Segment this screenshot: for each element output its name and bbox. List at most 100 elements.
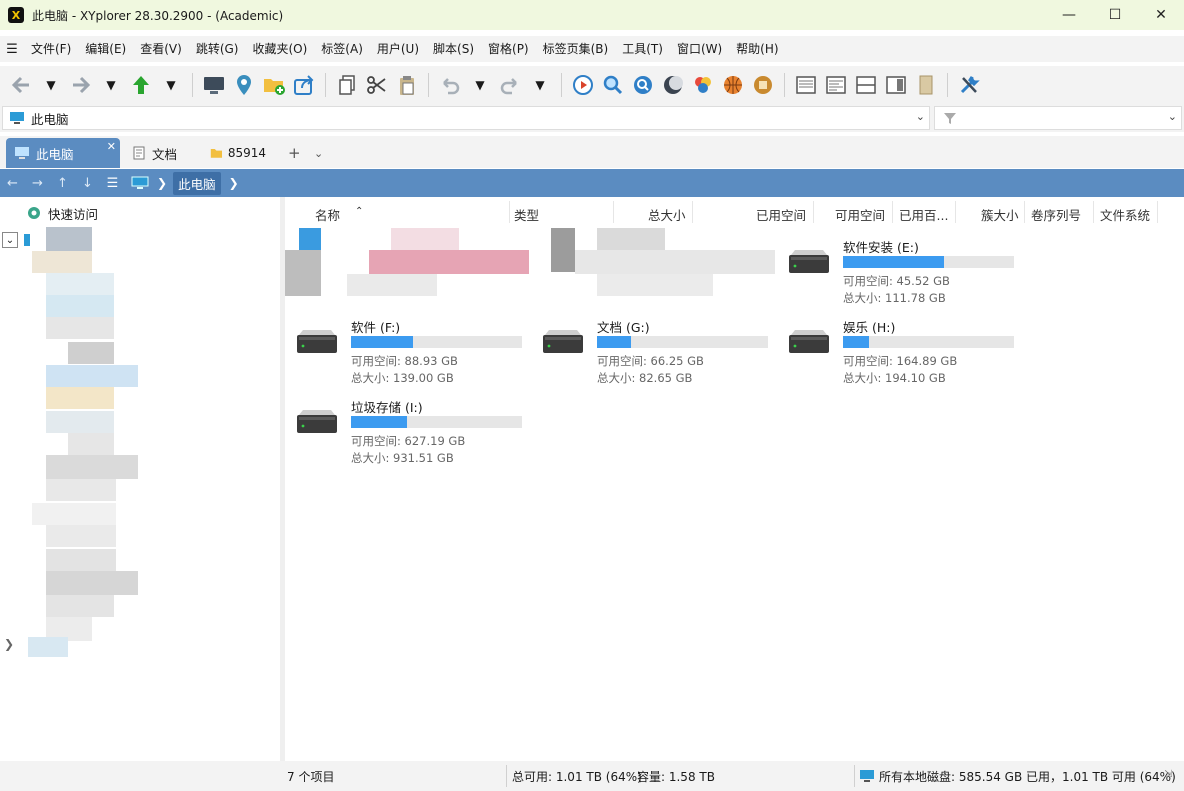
stop-icon[interactable] [748,70,778,100]
bread-menu-icon[interactable]: ☰ [100,176,125,191]
copy-icon[interactable] [332,70,362,100]
window-title: 此电脑 - XYplorer 28.30.2900 - (Academic) [32,8,284,23]
forward-dropdown-icon[interactable]: ▼ [96,70,126,100]
breadcrumb-current[interactable]: 此电脑 [173,171,221,195]
color-filter-icon[interactable] [688,70,718,100]
tab-this-pc[interactable]: 此电脑 ✕ [6,138,120,168]
tree-this-pc-toggle[interactable]: ⌄ [2,229,30,251]
tab-close-icon[interactable]: ✕ [107,140,116,153]
drive-item-e[interactable]: 软件安装 (E:) 可用空间: 45.52 GB 总大小: 111.78 GB [787,237,1027,307]
close-button[interactable]: ✕ [1138,0,1184,30]
menu-file[interactable]: 文件(F) [24,36,78,62]
address-input[interactable]: 此电脑 ⌄ [2,106,930,130]
undo-icon[interactable] [435,70,465,100]
blurred-drive-icon [551,228,575,272]
back-button[interactable] [6,70,36,100]
menu-go[interactable]: 跳转(G) [189,36,246,62]
undo-dropdown-icon[interactable]: ▼ [465,70,495,100]
menu-edit[interactable]: 编辑(E) [78,36,133,62]
drive-item-i[interactable]: 垃圾存储 (I:) 可用空间: 627.19 GB 总大小: 931.51 GB [295,397,535,467]
menu-panes[interactable]: 窗格(P) [481,36,536,62]
redo-dropdown-icon[interactable]: ▼ [525,70,555,100]
location-pin-icon[interactable] [229,70,259,100]
up-dropdown-icon[interactable]: ▼ [156,70,186,100]
column-divider[interactable] [955,201,956,223]
menu-user[interactable]: 用户(U) [370,36,426,62]
col-used-space[interactable]: 已用空间 [756,205,806,224]
paste-clipboard-icon[interactable] [392,70,422,100]
tree-quick-access[interactable]: 快速访问 [26,202,98,224]
details-view-icon[interactable] [821,70,851,100]
new-folder-icon[interactable] [259,70,289,100]
menu-view[interactable]: 查看(V) [133,36,189,62]
new-tab-button[interactable]: + [280,138,304,168]
resize-grip-icon[interactable]: ⇲ [1164,769,1172,780]
drive-item-g[interactable]: 文档 (G:) 可用空间: 66.25 GB 总大小: 82.65 GB [541,317,781,387]
column-divider[interactable] [613,201,614,223]
bread-separator-icon[interactable]: ❯ [229,176,239,190]
expand-chevron-icon[interactable]: ❯ [4,637,14,651]
bread-up-icon[interactable]: ↑ [50,176,75,191]
back-dropdown-icon[interactable]: ▼ [36,70,66,100]
redo-icon[interactable] [495,70,525,100]
tab-85914[interactable]: 85914 [202,138,274,168]
blurred-tree-item [46,387,114,409]
cut-scissors-icon[interactable] [362,70,392,100]
bread-down-icon[interactable]: ↓ [75,176,100,191]
find-files-icon[interactable] [628,70,658,100]
dark-mode-icon[interactable] [658,70,688,100]
col-used-percent[interactable]: 已用百... [899,205,948,224]
live-filter-box[interactable]: ⌄ [934,106,1182,130]
filter-dropdown-icon[interactable]: ⌄ [1168,110,1177,123]
menu-tags[interactable]: 标签(A) [314,36,370,62]
col-name[interactable]: 名称 [315,205,340,224]
column-divider[interactable] [1093,201,1094,223]
tab-label: 文档 [152,146,178,162]
forward-button[interactable] [66,70,96,100]
up-button[interactable] [126,70,156,100]
col-total-size[interactable]: 总大小 [648,205,686,224]
menu-help[interactable]: 帮助(H) [729,36,785,62]
preview-pane-icon[interactable] [881,70,911,100]
maximize-button[interactable]: ☐ [1092,0,1138,30]
play-media-icon[interactable] [568,70,598,100]
column-divider[interactable] [1024,201,1025,223]
column-divider[interactable] [692,201,693,223]
column-divider[interactable] [813,201,814,223]
column-divider[interactable] [892,201,893,223]
bread-forward-icon[interactable]: → [25,176,50,191]
col-volume-serial[interactable]: 卷序列号 [1031,205,1081,224]
hard-drive-icon [789,330,829,353]
tab-documents[interactable]: 文档 [124,138,196,168]
hamburger-menu-icon[interactable]: ☰ [0,42,24,57]
tab-list-dropdown-icon[interactable]: ⌄ [306,138,330,168]
search-icon[interactable] [598,70,628,100]
drive-item-f[interactable]: 软件 (F:) 可用空间: 88.93 GB 总大小: 139.00 GB [295,317,535,387]
basketball-icon[interactable] [718,70,748,100]
menu-window[interactable]: 窗口(W) [670,36,729,62]
menu-tabsets[interactable]: 标签页集(B) [536,36,616,62]
menu-scripting[interactable]: 脚本(S) [426,36,481,62]
col-filesystem[interactable]: 文件系统 [1100,205,1150,224]
address-dropdown-icon[interactable]: ⌄ [916,110,925,123]
share-icon[interactable] [289,70,319,100]
desktop-monitor-icon[interactable] [199,70,229,100]
column-divider[interactable] [1157,201,1158,223]
single-pane-icon[interactable] [791,70,821,100]
configuration-tools-icon[interactable] [954,70,984,100]
minimize-button[interactable]: — [1046,0,1092,30]
col-cluster-size[interactable]: 簇大小 [981,205,1019,224]
menu-favorites[interactable]: 收藏夹(O) [245,36,314,62]
drive-item-h[interactable]: 娱乐 (H:) 可用空间: 164.89 GB 总大小: 194.10 GB [787,317,1027,387]
horizontal-split-icon[interactable] [851,70,881,100]
info-panel-icon[interactable] [911,70,941,100]
collapse-chevron-icon[interactable]: ⌄ [2,232,18,248]
col-type[interactable]: 类型 [514,205,539,224]
this-pc-icon[interactable] [131,176,149,190]
bread-back-icon[interactable]: ← [0,176,25,191]
column-divider[interactable] [509,201,510,223]
blurred-drive-icon [285,250,321,296]
col-free-space[interactable]: 可用空间 [835,205,885,224]
menu-tools[interactable]: 工具(T) [615,36,670,62]
tree-network-toggle[interactable]: ❯ [4,633,14,655]
